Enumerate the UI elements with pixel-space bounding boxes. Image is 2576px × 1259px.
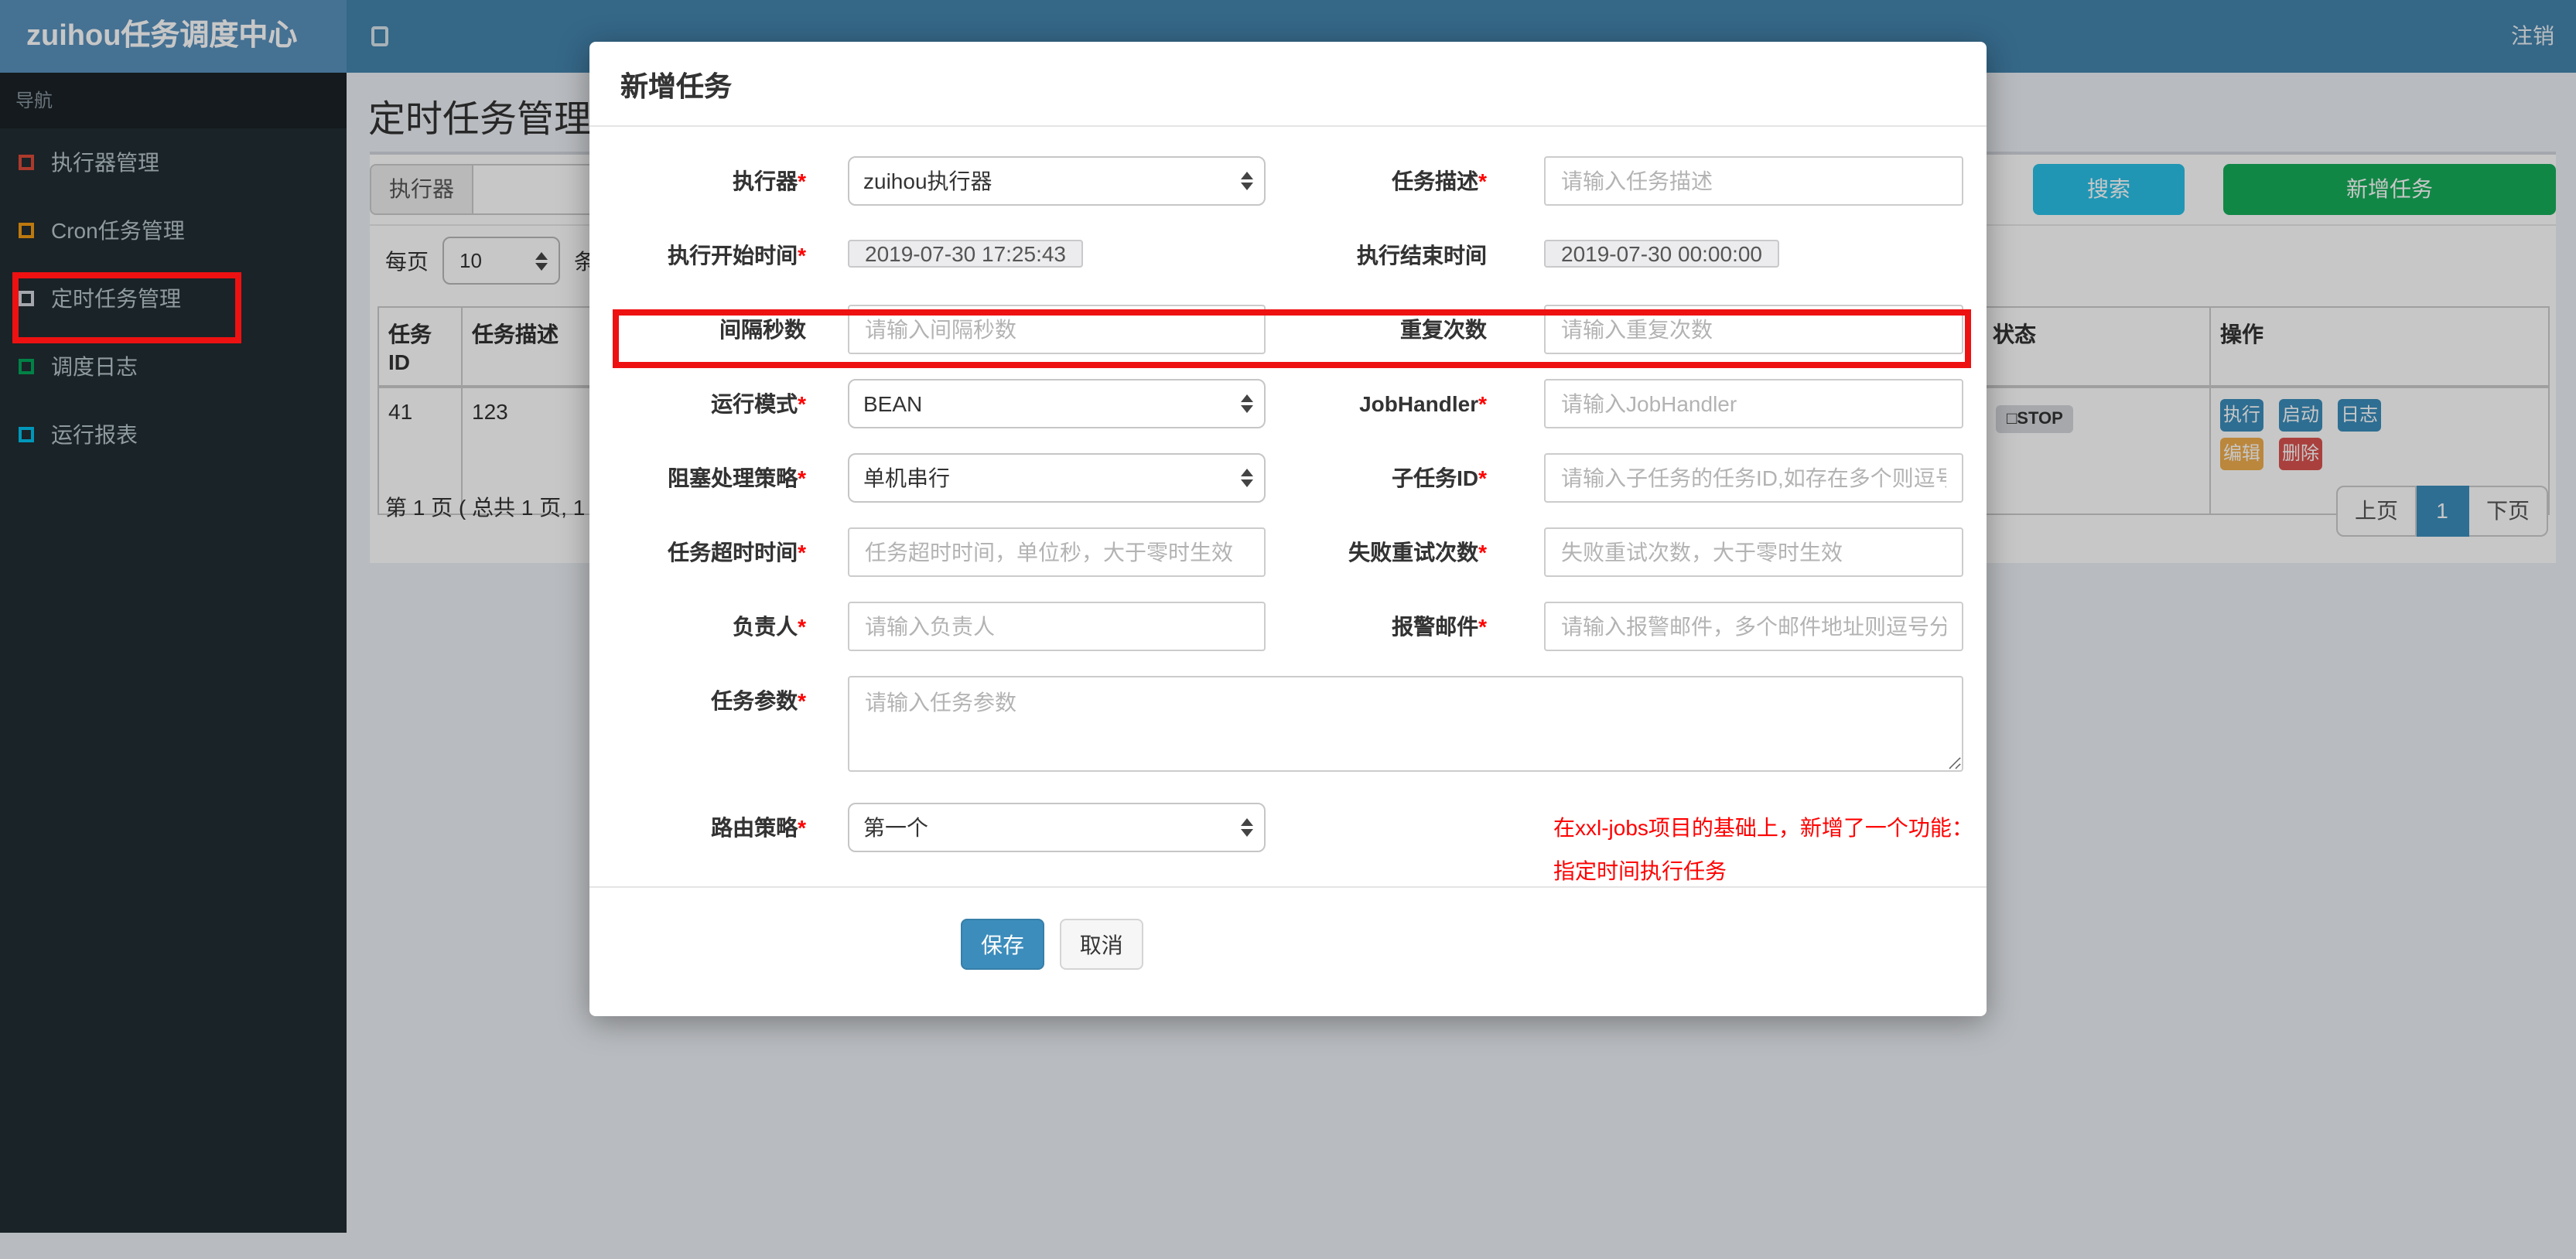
task-param-textarea[interactable] [848, 676, 1963, 772]
block-strategy-select-value: 单机串行 [863, 466, 950, 490]
select-arrows-icon [1241, 394, 1253, 413]
app-window: zuihou任务调度中心 注销 导航 执行器管理 Cron任务管理 定时任务管理… [0, 0, 2576, 1259]
executor-select[interactable]: zuihou执行器 [848, 156, 1266, 206]
alarm-email-label: 报警邮件* [1392, 614, 1487, 639]
interval-seconds-label: 间隔秒数* [719, 317, 806, 342]
add-task-modal: 新增任务 执行器* zuihou执行器 任务描述* 执行开始时间* 2019-0… [589, 42, 1987, 1016]
end-time-input[interactable]: 2019-07-30 00:00:00 [1544, 240, 1779, 268]
end-time-label: 执行结束时间* [1357, 243, 1487, 268]
feature-note-text: 在xxl-jobs项目的基础上，新增了一个功能： 指定时间执行任务 [1553, 815, 1973, 883]
repeat-count-input[interactable] [1544, 305, 1963, 354]
retry-count-label: 失败重试次数* [1348, 540, 1487, 565]
timeout-input[interactable] [848, 527, 1266, 577]
form-row-runmode-jobhandler: 运行模式* BEAN JobHandler* [589, 379, 1987, 428]
form-row-task-param: 任务参数* [589, 676, 1987, 772]
cancel-button[interactable]: 取消 [1059, 919, 1143, 970]
repeat-count-label: 重复次数* [1400, 317, 1487, 342]
form-row-executor-desc: 执行器* zuihou执行器 任务描述* [589, 156, 1987, 206]
run-mode-select-value: BEAN [863, 391, 923, 416]
child-job-id-input[interactable] [1544, 453, 1963, 503]
modal-header: 新增任务 [589, 42, 1987, 127]
route-strategy-select[interactable]: 第一个 [848, 803, 1266, 852]
start-time-label: 执行开始时间* [668, 243, 806, 268]
timeout-label: 任务超时时间* [668, 540, 806, 565]
form-row-interval-repeat: 间隔秒数* 重复次数* [589, 305, 1987, 354]
form-row-route-strategy: 路由策略* 第一个 在xxl-jobs项目的基础上，新增了一个功能： 指定时间执行… [589, 803, 1987, 883]
block-strategy-label: 阻塞处理策略* [668, 466, 806, 490]
executor-select-value: zuihou执行器 [863, 169, 992, 193]
executor-label: 执行器* [733, 169, 806, 193]
task-param-label: 任务参数* [711, 688, 806, 713]
form-row-timeout-retry: 任务超时时间* 失败重试次数* [589, 527, 1987, 577]
modal-footer: 保存 取消 [589, 888, 1987, 970]
save-button[interactable]: 保存 [961, 919, 1044, 970]
select-arrows-icon [1241, 469, 1253, 487]
form-row-owner-email: 负责人* 报警邮件* [589, 602, 1987, 651]
modal-title: 新增任务 [620, 71, 732, 102]
route-strategy-select-value: 第一个 [863, 815, 928, 840]
alarm-email-input[interactable] [1544, 602, 1963, 651]
form-row-block-childjob: 阻塞处理策略* 单机串行 子任务ID* [589, 453, 1987, 503]
retry-count-input[interactable] [1544, 527, 1963, 577]
jobhandler-input[interactable] [1544, 379, 1963, 428]
owner-label: 负责人* [733, 614, 806, 639]
task-desc-input[interactable] [1544, 156, 1963, 206]
modal-form: 执行器* zuihou执行器 任务描述* 执行开始时间* 2019-07-30 … [589, 127, 1987, 970]
select-arrows-icon [1241, 172, 1253, 190]
select-arrows-icon [1241, 818, 1253, 837]
owner-input[interactable] [848, 602, 1266, 651]
block-strategy-select[interactable]: 单机串行 [848, 453, 1266, 503]
run-mode-label: 运行模式* [711, 391, 806, 416]
child-job-id-label: 子任务ID* [1392, 466, 1487, 490]
start-time-input[interactable]: 2019-07-30 17:25:43 [848, 240, 1083, 268]
route-strategy-label: 路由策略* [711, 815, 806, 840]
task-desc-label: 任务描述* [1392, 169, 1487, 193]
form-row-start-end-time: 执行开始时间* 2019-07-30 17:25:43 执行结束时间* 2019… [589, 230, 1987, 280]
interval-seconds-input[interactable] [848, 305, 1266, 354]
run-mode-select[interactable]: BEAN [848, 379, 1266, 428]
jobhandler-label: JobHandler* [1359, 391, 1487, 416]
